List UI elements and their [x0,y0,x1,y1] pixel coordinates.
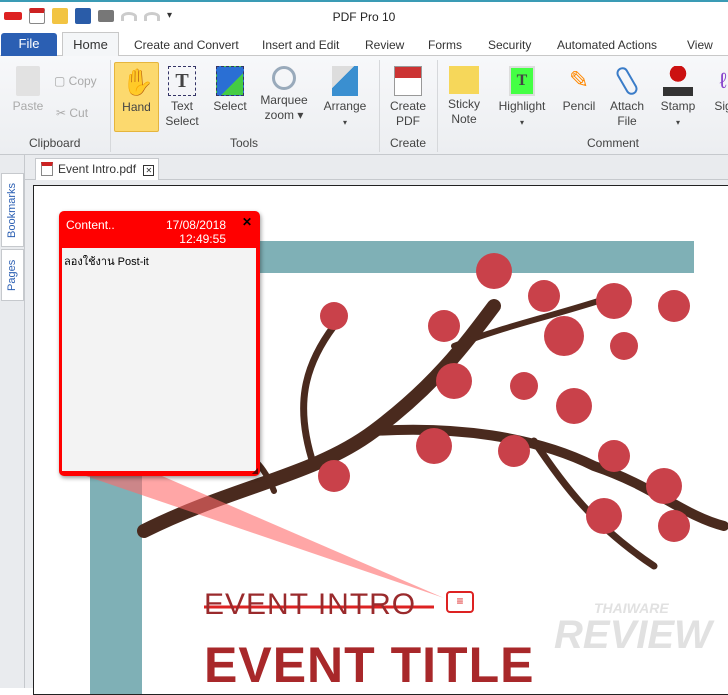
divider [437,60,438,152]
tab-insert-and-edit[interactable]: Insert and Edit [262,38,339,52]
arrange-label: Arrange [323,99,367,113]
copy-button[interactable]: ▢ Copy [54,74,97,89]
stamp-label: Stamp [660,99,696,113]
ribbon: Paste ▢ Copy ✂ Cut Clipboard ✋ Hand T Te… [0,56,728,155]
text-select-button[interactable]: T Text Select [162,62,202,129]
arrange-dropdown-icon: ▾ [342,118,347,127]
sticky-label-2: Note [451,112,477,126]
tab-pages[interactable]: Pages [1,249,24,301]
note-time: 12:49:55 [179,232,226,246]
event-intro-text[interactable]: EVENT INTRO [204,588,416,622]
signature-icon: ℓ [719,68,727,93]
stamp-dropdown-icon: ▾ [675,118,680,127]
group-comment: Comment [587,136,640,150]
tab-security[interactable]: Security [488,38,531,52]
marquee-label: Marquee [260,93,308,107]
comment-bubble-icon[interactable]: ≡ [446,591,474,613]
highlight-dropdown-icon: ▾ [519,118,524,127]
cut-button[interactable]: ✂ Cut [56,106,88,121]
pencil-label: Pencil [562,99,596,113]
note-date: 17/08/2018 [165,218,226,232]
blossoms [318,253,690,542]
attach-label: Attach [609,99,645,113]
create-pdf-button[interactable]: Create PDF [386,62,430,129]
text-select-icon: T [168,66,196,96]
stamp-button[interactable]: Stamp ▾ [656,62,700,130]
tab-view[interactable]: View [687,38,713,52]
pencil-button[interactable]: ✎ Pencil [560,62,598,114]
pencil-icon: ✎ [568,67,590,94]
create-pdf-icon [394,66,422,96]
select-icon [216,66,244,96]
highlight-label: Highlight [498,99,546,113]
copy-icon: ▢ [54,74,69,88]
hand-button[interactable]: ✋ Hand [114,62,159,132]
note-text: ลองใช้งาน Post-it [64,256,149,268]
event-title-text: EVENT TITLE [204,637,535,693]
side-panel: Bookmarks Pages [0,155,25,688]
watermark: THAIWARE REVIEW [554,601,712,655]
select-button[interactable]: Select [210,62,250,114]
group-create: Create [390,136,427,150]
watermark-line-2: REVIEW [554,613,712,657]
document-tab-name: Event Intro.pdf [58,162,137,176]
title-bar: ▾ PDF Pro 10 [0,0,728,32]
sticky-label: Sticky [447,97,480,111]
group-clipboard: Clipboard [29,136,81,150]
create-pdf-label-2: PDF [396,114,420,128]
ribbon-tabs: File Home Create and Convert Insert and … [0,32,728,57]
tab-bookmarks[interactable]: Bookmarks [1,173,24,247]
sign-button[interactable]: ℓ Sig [708,62,728,114]
create-pdf-label: Create [389,99,427,113]
document-tab[interactable]: Event Intro.pdf ✕ [35,158,159,180]
arrange-icon [332,66,358,96]
paste-icon [16,66,40,96]
attach-label-2: File [617,114,637,128]
hand-icon: ✋ [121,67,154,97]
hand-label: Hand [122,100,151,114]
text-select-label-2: Select [165,114,199,128]
note-author: Content.. [66,218,115,232]
window-title: PDF Pro 10 [332,10,396,24]
sticky-note-popup[interactable]: Content.. 17/08/2018 12:49:55 ✕ ลองใช้งา… [59,211,260,476]
sticky-note-icon [449,66,479,94]
marquee-zoom-button[interactable]: Marquee zoom ▾ [256,62,312,123]
cut-label: Cut [69,106,89,120]
stamp-icon [663,66,693,96]
tab-forms[interactable]: Forms [428,38,462,52]
note-close-button[interactable]: ✕ [242,215,252,229]
select-label: Select [213,99,247,113]
paperclip-icon [614,65,640,97]
arrange-button[interactable]: Arrange ▾ [320,62,370,130]
tab-automated-actions[interactable]: Automated Actions [557,38,657,52]
tab-home[interactable]: Home [62,32,119,57]
highlight-icon: T [509,66,535,96]
sign-label: Sig [714,99,728,113]
sticky-note-button[interactable]: Sticky Note [444,62,484,127]
text-select-label: Text [170,99,193,113]
copy-label: Copy [68,74,97,88]
tab-review[interactable]: Review [365,38,404,52]
magnifier-icon [272,66,296,90]
note-text-area[interactable]: ลองใช้งาน Post-it [62,248,256,471]
document-tabs: Event Intro.pdf ✕ [25,155,728,180]
tab-create-and-convert[interactable]: Create and Convert [134,38,239,52]
attach-file-button[interactable]: Attach File [606,62,648,129]
tab-file[interactable]: File [1,33,57,56]
highlight-button[interactable]: T Highlight ▾ [494,62,550,130]
divider [379,60,380,152]
marquee-label-2: zoom ▾ [264,108,304,122]
close-tab-button[interactable]: ✕ [143,165,155,176]
resize-grip-icon[interactable]: ◢ [252,466,258,475]
pdf-file-icon [41,162,53,176]
paste-label: Paste [12,99,44,113]
group-tools: Tools [230,136,259,150]
divider [110,60,111,152]
cut-icon: ✂ [56,106,70,120]
paste-button[interactable]: Paste [8,62,48,114]
